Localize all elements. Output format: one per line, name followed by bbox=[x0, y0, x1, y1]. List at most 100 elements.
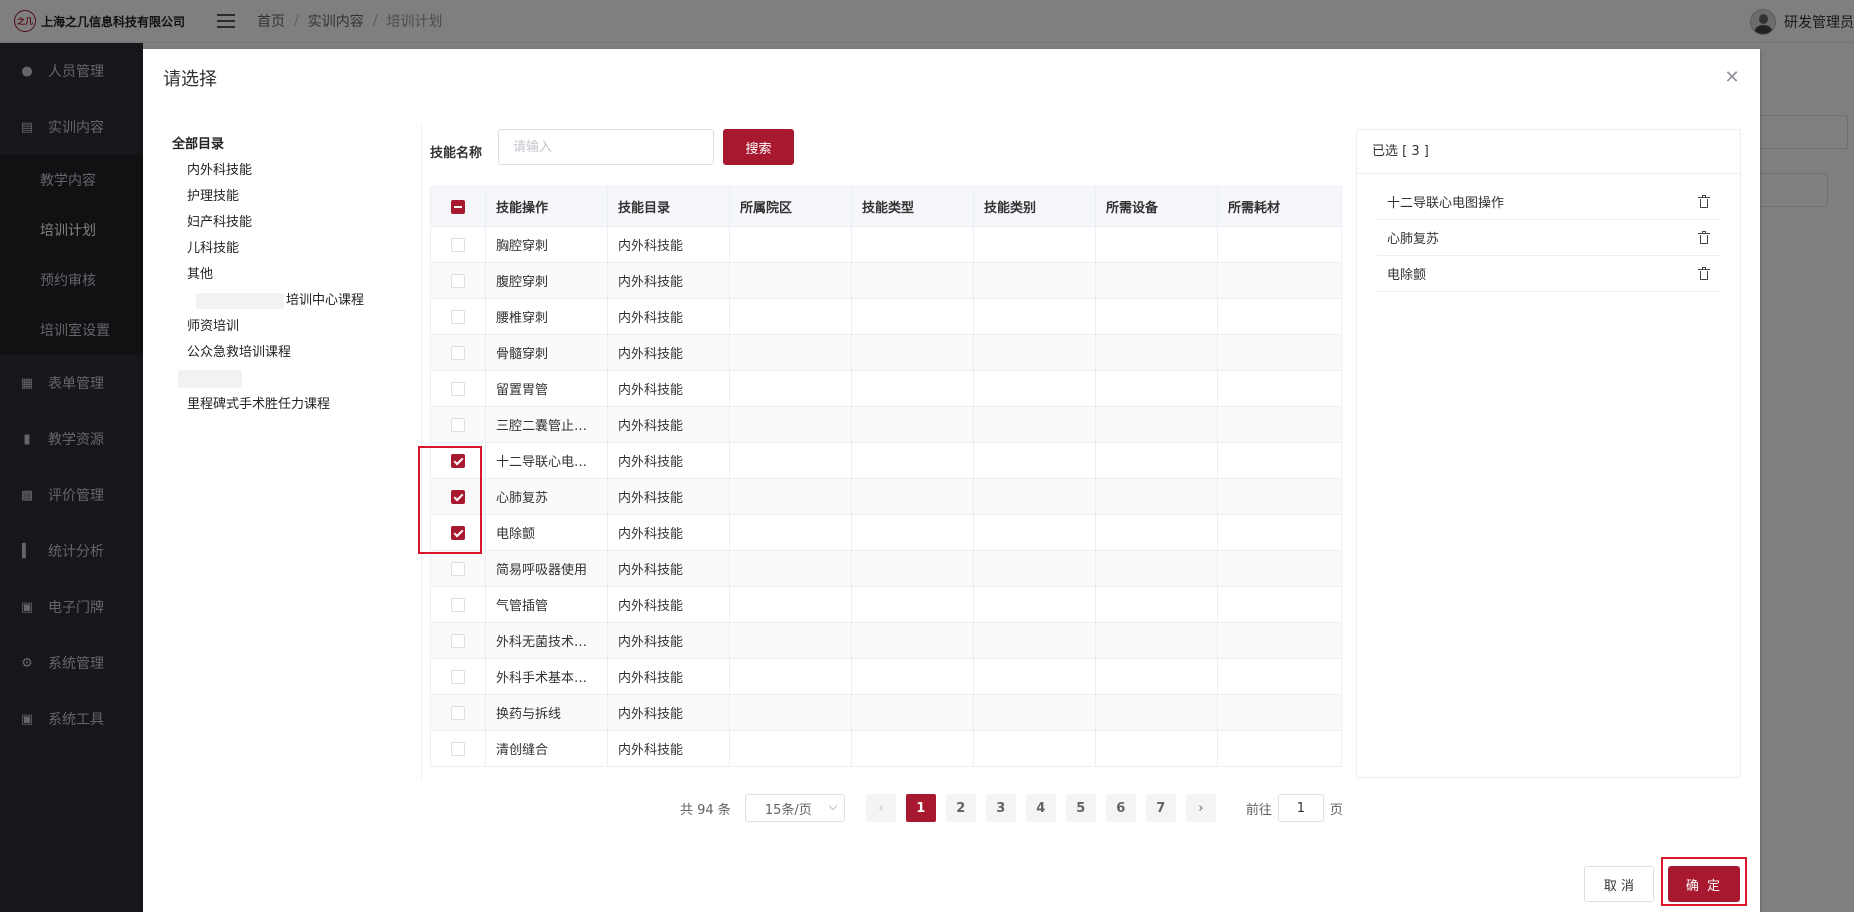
row-checkbox[interactable] bbox=[451, 345, 465, 360]
skill-catalog-cell: 内外科技能 bbox=[607, 262, 730, 299]
row-checkbox[interactable] bbox=[451, 453, 465, 468]
row-checkbox-cell[interactable] bbox=[430, 370, 486, 407]
tree-node[interactable]: 内外科技能 bbox=[172, 158, 412, 184]
table-row[interactable]: 骨髓穿刺 内外科技能 bbox=[430, 334, 1342, 371]
empty-cell bbox=[851, 226, 974, 263]
empty-cell bbox=[973, 334, 1096, 371]
search-input[interactable] bbox=[498, 129, 714, 165]
row-checkbox[interactable] bbox=[451, 417, 465, 432]
row-checkbox-cell[interactable] bbox=[430, 262, 486, 299]
row-checkbox-cell[interactable] bbox=[430, 586, 486, 623]
page-button-4[interactable]: 4 bbox=[1025, 794, 1056, 822]
table-row[interactable]: 十二导联心电… 内外科技能 bbox=[430, 442, 1342, 479]
table-row[interactable]: 清创缝合 内外科技能 bbox=[430, 730, 1342, 767]
cancel-button[interactable]: 取 消 bbox=[1584, 866, 1654, 902]
table-row[interactable]: 简易呼吸器使用 内外科技能 bbox=[430, 550, 1342, 587]
row-checkbox[interactable] bbox=[451, 705, 465, 720]
tree-node[interactable]: 其他 bbox=[172, 262, 412, 288]
row-checkbox-cell[interactable] bbox=[430, 550, 486, 587]
skill-name-cell: 腹腔穿刺 bbox=[485, 262, 608, 299]
skill-name-cell: 心肺复苏 bbox=[485, 478, 608, 515]
page-size-select[interactable]: 15条/页 bbox=[744, 794, 845, 822]
row-checkbox[interactable] bbox=[451, 561, 465, 576]
row-checkbox-cell[interactable] bbox=[430, 514, 486, 551]
skill-catalog-cell: 内外科技能 bbox=[607, 406, 730, 443]
empty-cell bbox=[1217, 622, 1342, 659]
select-all-cell[interactable] bbox=[430, 186, 486, 227]
tree-node[interactable]: 公众急救培训课程 bbox=[172, 340, 412, 366]
tree-node[interactable]: 里程碑式手术胜任力课程 bbox=[172, 392, 412, 418]
row-checkbox[interactable] bbox=[451, 525, 465, 540]
column-header: 所需耗材 bbox=[1217, 186, 1342, 227]
tree-node[interactable]: 培训中心课程 bbox=[172, 288, 412, 314]
empty-cell bbox=[1217, 370, 1342, 407]
trash-icon[interactable] bbox=[1698, 194, 1710, 209]
column-header: 所需设备 bbox=[1095, 186, 1218, 227]
row-checkbox[interactable] bbox=[451, 741, 465, 756]
empty-cell bbox=[1217, 694, 1342, 731]
table-row[interactable]: 气管插管 内外科技能 bbox=[430, 586, 1342, 623]
trash-icon[interactable] bbox=[1698, 230, 1710, 245]
table-row[interactable]: 胸腔穿刺 内外科技能 bbox=[430, 226, 1342, 263]
search-button[interactable]: 搜索 bbox=[723, 129, 794, 165]
row-checkbox[interactable] bbox=[451, 273, 465, 288]
table-row[interactable]: 电除颤 内外科技能 bbox=[430, 514, 1342, 551]
row-checkbox[interactable] bbox=[451, 309, 465, 324]
table-row[interactable]: 三腔二囊管止… 内外科技能 bbox=[430, 406, 1342, 443]
empty-cell bbox=[973, 586, 1096, 623]
chevron-left-icon[interactable]: ‹ bbox=[865, 794, 896, 822]
tree-node[interactable]: 儿科技能 bbox=[172, 236, 412, 262]
row-checkbox[interactable] bbox=[451, 597, 465, 612]
row-checkbox[interactable] bbox=[451, 381, 465, 396]
row-checkbox-cell[interactable] bbox=[430, 694, 486, 731]
row-checkbox[interactable] bbox=[451, 633, 465, 648]
goto-label: 前往 bbox=[1245, 802, 1272, 818]
goto-page-input[interactable] bbox=[1277, 794, 1324, 822]
table-row[interactable]: 留置胃管 内外科技能 bbox=[430, 370, 1342, 407]
tree-node[interactable]: 护理技能 bbox=[172, 184, 412, 210]
empty-cell bbox=[1095, 334, 1218, 371]
page-button-5[interactable]: 5 bbox=[1065, 794, 1096, 822]
page-button-2[interactable]: 2 bbox=[945, 794, 976, 822]
row-checkbox-cell[interactable] bbox=[430, 298, 486, 335]
row-checkbox[interactable] bbox=[451, 237, 465, 252]
tree-node[interactable] bbox=[172, 366, 412, 392]
row-checkbox-cell[interactable] bbox=[430, 658, 486, 695]
row-checkbox[interactable] bbox=[451, 669, 465, 684]
row-checkbox-cell[interactable] bbox=[430, 406, 486, 443]
skill-name-cell: 胸腔穿刺 bbox=[485, 226, 608, 263]
row-checkbox-cell[interactable] bbox=[430, 622, 486, 659]
select-all-checkbox[interactable] bbox=[451, 199, 465, 214]
close-icon[interactable]: ✕ bbox=[1724, 69, 1740, 87]
page-button-6[interactable]: 6 bbox=[1105, 794, 1136, 822]
row-checkbox-cell[interactable] bbox=[430, 478, 486, 515]
tree-node[interactable]: 师资培训 bbox=[172, 314, 412, 340]
row-checkbox-cell[interactable] bbox=[430, 226, 486, 263]
empty-cell bbox=[973, 658, 1096, 695]
page-unit: 页 bbox=[1329, 802, 1343, 818]
table-row[interactable]: 心肺复苏 内外科技能 bbox=[430, 478, 1342, 515]
empty-cell bbox=[851, 586, 974, 623]
tree-root[interactable]: 全部目录 bbox=[172, 132, 412, 158]
chevron-right-icon[interactable]: › bbox=[1185, 794, 1216, 822]
table-row[interactable]: 外科无菌技术… 内外科技能 bbox=[430, 622, 1342, 659]
table-row[interactable]: 换药与拆线 内外科技能 bbox=[430, 694, 1342, 731]
table-row[interactable]: 外科手术基本… 内外科技能 bbox=[430, 658, 1342, 695]
table-row[interactable]: 腰椎穿刺 内外科技能 bbox=[430, 298, 1342, 335]
chevron-down-icon bbox=[828, 801, 838, 811]
table-row[interactable]: 腹腔穿刺 内外科技能 bbox=[430, 262, 1342, 299]
row-checkbox-cell[interactable] bbox=[430, 334, 486, 371]
page-button-7[interactable]: 7 bbox=[1145, 794, 1176, 822]
tree-node[interactable]: 妇产科技能 bbox=[172, 210, 412, 236]
empty-cell bbox=[1095, 514, 1218, 551]
row-checkbox-cell[interactable] bbox=[430, 730, 486, 767]
skill-name-cell: 简易呼吸器使用 bbox=[485, 550, 608, 587]
page-button-3[interactable]: 3 bbox=[985, 794, 1016, 822]
column-header: 技能目录 bbox=[607, 186, 730, 227]
confirm-button[interactable]: 确 定 bbox=[1668, 866, 1740, 902]
page-button-1[interactable]: 1 bbox=[905, 794, 936, 822]
empty-cell bbox=[1095, 406, 1218, 443]
row-checkbox[interactable] bbox=[451, 489, 465, 504]
row-checkbox-cell[interactable] bbox=[430, 442, 486, 479]
trash-icon[interactable] bbox=[1698, 266, 1710, 281]
